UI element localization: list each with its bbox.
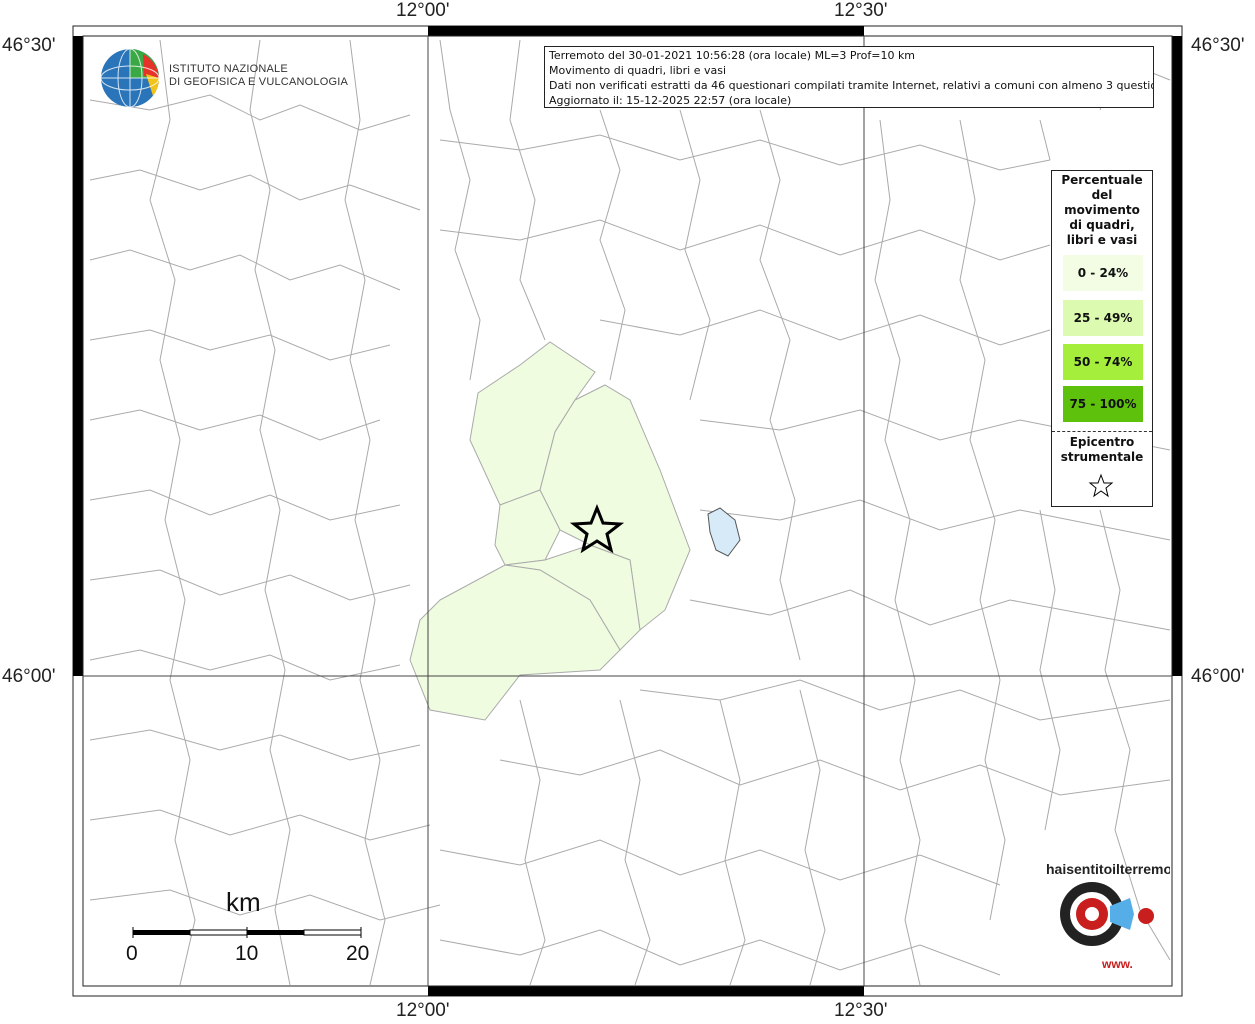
event-info-box: Terremoto del 30-01-2021 10:56:28 (ora l… <box>544 46 1154 108</box>
lat-label-left-top: 46°30' <box>2 35 56 56</box>
legend-class-1: 25 - 49% <box>1063 300 1143 336</box>
lon-label-bottom-left: 12°00' <box>396 1000 450 1021</box>
legend-title-line: libri e vasi <box>1066 233 1138 247</box>
data-note: Dati non verificati estratti da 46 quest… <box>549 79 1154 92</box>
scale-tick-20: 20 <box>346 942 370 965</box>
scale-bar <box>132 927 362 938</box>
legend-title: Percentuale del movimento di quadri, lib… <box>1052 171 1152 248</box>
frame-bar-left-top <box>73 36 83 676</box>
legend-title-line: Percentuale <box>1061 173 1143 187</box>
legend-title-line: del <box>1091 188 1113 202</box>
lat-label-left-bottom: 46°00' <box>2 666 56 687</box>
hst-logo-text: haisentitoilterremoto.it <box>1046 861 1170 877</box>
frame-bar-right-top <box>1172 36 1182 676</box>
hst-logo-www: www. <box>1101 957 1133 971</box>
update-timestamp: Aggiornato il: 15-12-2025 22:57 (ora loc… <box>549 94 792 107</box>
scale-tick-10: 10 <box>235 942 259 965</box>
legend-star-icon <box>1088 473 1114 498</box>
ingv-line-2: DI GEOFISICA E VULCANOLOGIA <box>169 76 348 88</box>
map-subject: Movimento di quadri, libri e vasi <box>549 64 727 77</box>
legend-class-2: 50 - 74% <box>1063 344 1143 380</box>
lon-label-top-right: 12°30' <box>834 0 888 21</box>
haisentitoilterremoto-logo: haisentitoilterremoto.it www. <box>1046 861 1170 971</box>
lon-label-top-left: 12°00' <box>396 0 450 21</box>
legend-class-0: 0 - 24% <box>1063 255 1143 291</box>
event-title: Terremoto del 30-01-2021 10:56:28 (ora l… <box>549 49 916 62</box>
legend-epi-line: Epicentro <box>1069 435 1135 449</box>
frame-bar-bottom-mid <box>428 986 864 996</box>
scale-tick-0: 0 <box>126 942 138 965</box>
legend-separator <box>1052 431 1152 432</box>
legend-title-line: di quadri, <box>1069 218 1135 232</box>
lake <box>707 507 741 557</box>
legend-epicenter-label: Epicentro strumentale <box>1052 435 1152 465</box>
legend: Percentuale del movimento di quadri, lib… <box>1051 170 1153 507</box>
frame-bar-top-mid <box>428 26 864 36</box>
ingv-line-1: ISTITUTO NAZIONALE <box>169 63 288 75</box>
ingv-logo-text: ISTITUTO NAZIONALE DI GEOFISICA E VULCAN… <box>169 63 348 89</box>
legend-class-3: 75 - 100% <box>1063 386 1143 422</box>
ingv-logo-globe <box>100 48 160 108</box>
legend-epi-line: strumentale <box>1060 450 1144 464</box>
lat-label-right-bottom: 46°00' <box>1191 666 1245 687</box>
affected-municipalities[interactable] <box>409 341 691 721</box>
lon-label-bottom-right: 12°30' <box>834 1000 888 1021</box>
legend-title-line: movimento <box>1064 203 1140 217</box>
lat-label-right-top: 46°30' <box>1191 35 1245 56</box>
